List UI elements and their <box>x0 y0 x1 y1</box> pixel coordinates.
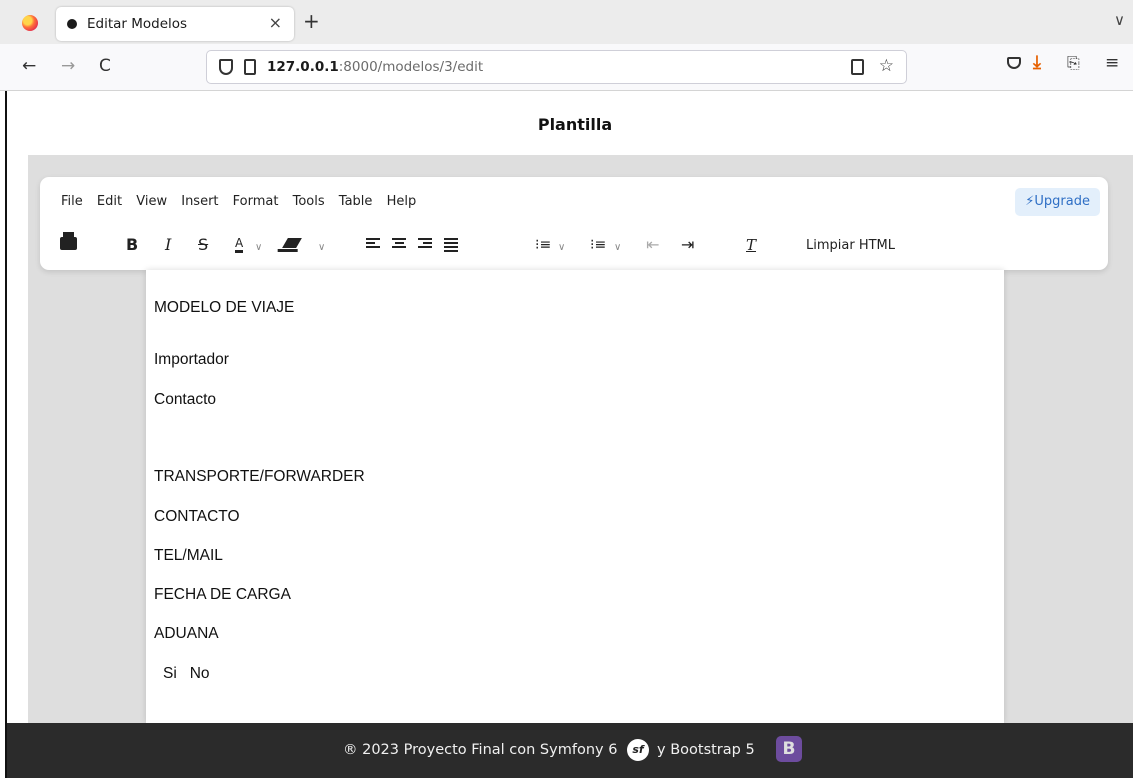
editor-header: File Edit View Insert Format Tools Table… <box>40 177 1108 270</box>
doc-paragraph: CONTACTO <box>154 508 240 525</box>
doc-paragraph: Si No <box>163 665 210 682</box>
italic-button[interactable]: I <box>165 235 171 255</box>
url-text[interactable]: 127.0.0.1:8000/modelos/3/edit <box>267 59 483 75</box>
doc-paragraph: TRANSPORTE/FORWARDER <box>154 468 365 485</box>
doc-paragraph: Importador <box>154 351 229 368</box>
highlight-chevron-icon[interactable]: ∨ <box>318 238 325 258</box>
doc-paragraph: ADUANA <box>154 625 219 642</box>
outdent-icon[interactable]: ⇤ <box>646 235 659 255</box>
bold-button[interactable]: B <box>126 235 138 255</box>
page-footer: ® 2023 Proyecto Final con Symfony 6 sf y… <box>7 723 1133 778</box>
menu-file[interactable]: File <box>61 194 83 209</box>
page-title: Plantilla <box>537 115 613 134</box>
browser-nav-bar: ← → C 127.0.0.1:8000/modelos/3/edit ☆ ⤓ … <box>0 44 1133 91</box>
url-path: :8000/modelos/3/edit <box>338 59 484 75</box>
print-icon[interactable] <box>60 232 77 250</box>
editor-document-area[interactable]: MODELO DE VIAJE Importador Contacto TRAN… <box>146 270 1004 723</box>
tab-title: Editar Modelos <box>87 16 188 32</box>
url-bar[interactable]: 127.0.0.1:8000/modelos/3/edit ☆ <box>206 50 907 84</box>
symfony-logo-icon: sf <box>627 739 649 761</box>
tab-list-chevron-icon[interactable]: ∨ <box>1114 11 1125 29</box>
align-left-icon[interactable] <box>366 238 380 250</box>
hamburger-menu-icon[interactable]: ≡ <box>1105 53 1119 73</box>
reader-view-icon[interactable] <box>851 59 864 75</box>
footer-bootstrap-text: y Bootstrap 5 <box>657 742 755 758</box>
text-color-button[interactable]: A <box>235 236 244 253</box>
menu-edit[interactable]: Edit <box>97 194 122 209</box>
limpiar-html-button[interactable]: Limpiar HTML <box>806 236 895 256</box>
bootstrap-logo-icon: B <box>776 736 802 762</box>
numbered-list-chevron-icon[interactable]: ∨ <box>558 238 565 258</box>
back-button[interactable]: ← <box>22 56 36 76</box>
tab-unsaved-dot-icon <box>67 19 77 29</box>
menu-insert[interactable]: Insert <box>181 194 218 209</box>
url-host: 127.0.0.1 <box>267 59 339 75</box>
indent-icon[interactable]: ⇥ <box>681 235 694 255</box>
doc-paragraph: MODELO DE VIAJE <box>154 299 295 316</box>
doc-paragraph: TEL/MAIL <box>154 547 223 564</box>
align-right-icon[interactable] <box>418 238 432 250</box>
download-icon[interactable]: ⤓ <box>1033 52 1041 73</box>
forward-button[interactable]: → <box>61 56 75 76</box>
menu-help[interactable]: Help <box>387 194 417 209</box>
page-info-icon[interactable] <box>244 59 256 75</box>
doc-paragraph: Contacto <box>154 391 217 408</box>
bookmark-star-icon[interactable]: ☆ <box>879 56 894 76</box>
upgrade-button[interactable]: ⚡Upgrade <box>1015 188 1100 216</box>
tracking-shield-icon[interactable] <box>219 59 233 75</box>
window-edge <box>0 91 7 778</box>
browser-tab[interactable]: Editar Modelos × <box>56 7 294 41</box>
doc-paragraph: FECHA DE CARGA <box>154 586 291 603</box>
new-tab-button[interactable]: + <box>303 9 320 33</box>
firefox-logo-icon <box>22 15 38 31</box>
numbered-list-icon[interactable]: ⁝≡ <box>535 235 551 255</box>
editor-toolbar: B I S A ∨ ∨ ⁝≡ ∨ ⁝≡ ∨ ⇤ ⇥ T Limpiar HTML <box>40 232 1108 262</box>
menu-table[interactable]: Table <box>339 194 373 209</box>
menu-tools[interactable]: Tools <box>293 194 325 209</box>
align-justify-icon[interactable] <box>444 238 458 252</box>
text-color-chevron-icon[interactable]: ∨ <box>255 238 262 258</box>
strikethrough-button[interactable]: S <box>198 235 208 255</box>
tab-close-icon[interactable]: × <box>269 13 282 32</box>
align-center-icon[interactable] <box>392 238 406 250</box>
browser-tab-bar: Editar Modelos × + ∨ <box>0 0 1133 44</box>
clear-formatting-icon[interactable]: T <box>746 235 756 255</box>
footer-copyright: ® 2023 Proyecto Final con Symfony 6 <box>343 742 618 758</box>
menu-view[interactable]: View <box>136 194 167 209</box>
pocket-icon[interactable] <box>1007 57 1021 69</box>
bullet-list-chevron-icon[interactable]: ∨ <box>614 238 621 258</box>
editor-menubar: File Edit View Insert Format Tools Table… <box>61 194 426 209</box>
menu-format[interactable]: Format <box>233 194 279 209</box>
reload-button[interactable]: C <box>99 56 111 76</box>
bullet-list-icon[interactable]: ⁝≡ <box>590 235 606 255</box>
highlight-color-icon[interactable] <box>282 238 302 248</box>
extensions-icon[interactable]: ⎘ <box>1067 53 1080 73</box>
rich-text-editor: File Edit View Insert Format Tools Table… <box>28 155 1133 723</box>
